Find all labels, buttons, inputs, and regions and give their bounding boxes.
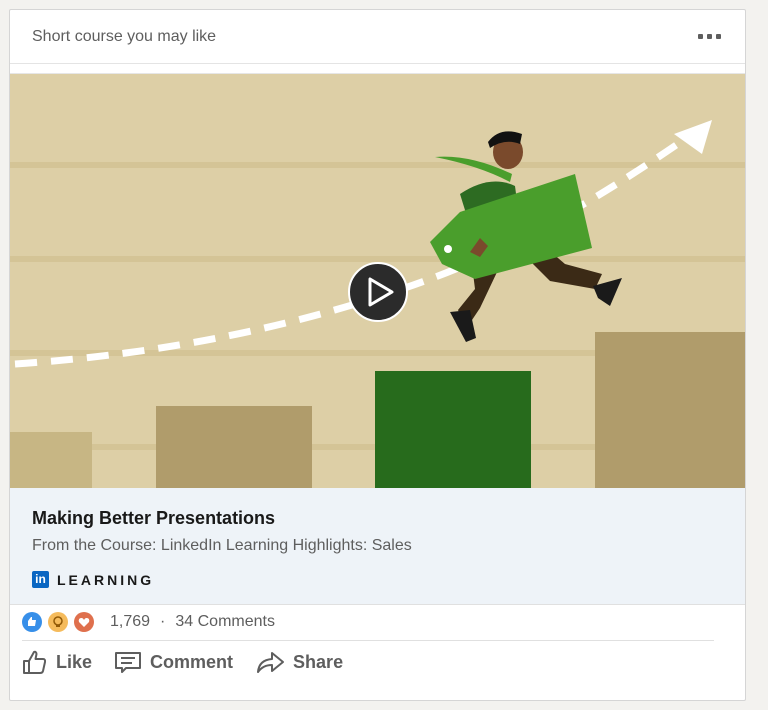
background-stripe: [10, 162, 745, 168]
comment-icon: [115, 652, 142, 673]
course-card: Short course you may like Making Better …: [9, 9, 746, 701]
share-label: Share: [293, 651, 344, 672]
course-subtitle: From the Course: LinkedIn Learning Highl…: [32, 537, 412, 554]
ellipsis-icon: [698, 34, 703, 39]
bar-2: [156, 406, 312, 490]
card-header-title: Short course you may like: [32, 27, 217, 45]
bar-3: [375, 371, 531, 490]
video-illustration: [10, 74, 745, 490]
page-top-strip: [0, 0, 768, 8]
action-bar: Like Comment Share: [20, 648, 343, 676]
reaction-count[interactable]: 1,769: [110, 613, 150, 631]
linkedin-learning-brand: in LEARNING: [32, 571, 154, 588]
bar-1: [10, 432, 92, 490]
share-arrow-icon: [257, 652, 285, 673]
comment-count[interactable]: 34 Comments: [175, 613, 275, 631]
more-options-button[interactable]: [696, 28, 723, 45]
background-stripe: [10, 256, 745, 262]
love-reaction-icon: [74, 612, 94, 632]
ellipsis-icon-dot: [707, 34, 712, 39]
brand-label: LEARNING: [57, 571, 155, 588]
video-thumbnail[interactable]: [10, 73, 745, 490]
linkedin-logo-icon: in: [32, 571, 49, 588]
share-button[interactable]: Share: [255, 648, 343, 676]
play-button[interactable]: [348, 262, 408, 322]
thumbs-up-icon: [23, 650, 47, 674]
comment-button[interactable]: Comment: [114, 648, 233, 676]
social-counts-bar: 1,769 · 34 Comments: [22, 604, 714, 641]
course-title[interactable]: Making Better Presentations: [32, 508, 275, 529]
ellipsis-icon-dot: [716, 34, 721, 39]
reactions-group[interactable]: [22, 612, 100, 632]
like-button[interactable]: Like: [20, 648, 92, 676]
insightful-reaction-icon: [48, 612, 68, 632]
card-header: Short course you may like: [10, 10, 745, 64]
course-info-panel[interactable]: Making Better Presentations From the Cou…: [10, 488, 745, 605]
bar-4: [595, 332, 745, 490]
comment-label: Comment: [150, 651, 234, 672]
like-label: Like: [56, 651, 93, 672]
count-separator: ·: [160, 613, 166, 630]
like-reaction-icon: [22, 612, 42, 632]
